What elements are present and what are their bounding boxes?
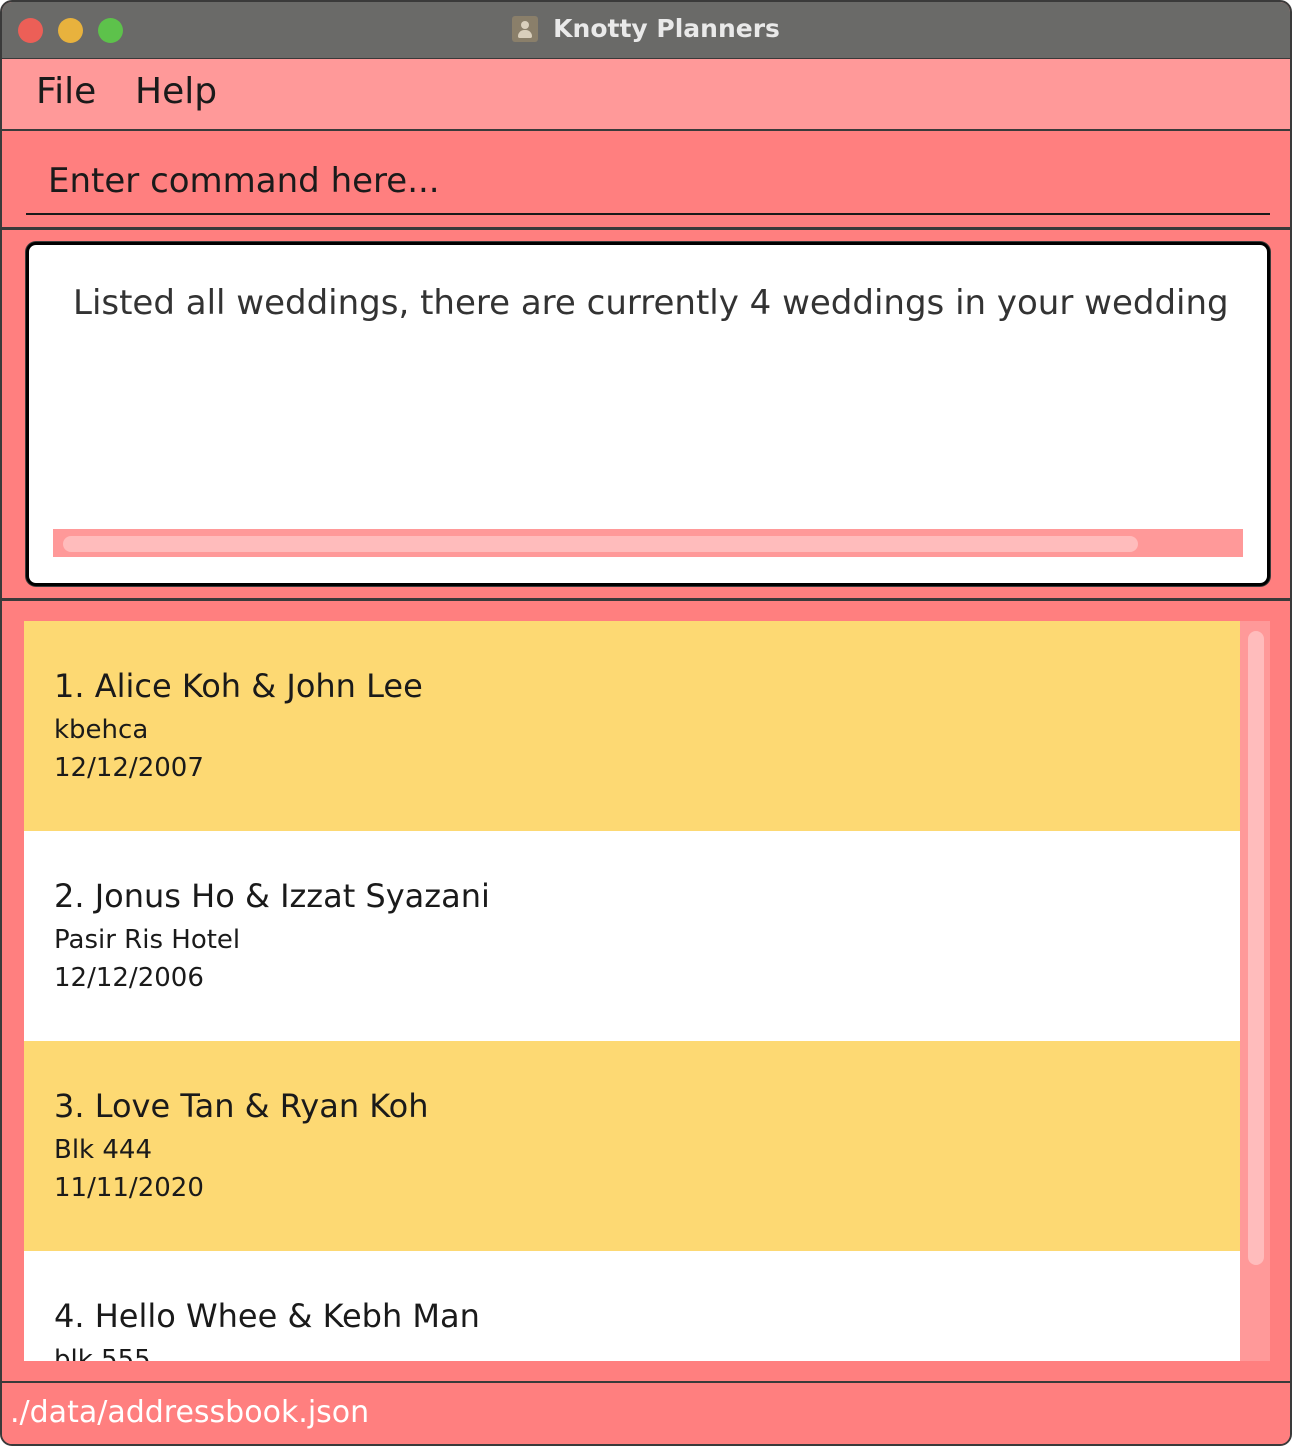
menu-bar: File Help — [2, 59, 1290, 131]
wedding-card[interactable]: 1. Alice Koh & John Lee kbehca 12/12/200… — [24, 621, 1240, 831]
result-horizontal-scrollbar[interactable] — [53, 529, 1243, 557]
wedding-list-vertical-scrollbar[interactable] — [1242, 621, 1270, 1361]
wedding-card[interactable]: 2. Jonus Ho & Izzat Syazani Pasir Ris Ho… — [24, 831, 1240, 1041]
window-title-area: Knotty Planners — [2, 14, 1290, 44]
wedding-card-name: 3. Love Tan & Ryan Koh — [54, 1087, 429, 1125]
wedding-list-scroll-thumb[interactable] — [1248, 631, 1264, 1265]
result-scroll-thumb[interactable] — [63, 536, 1138, 552]
window-title: Knotty Planners — [553, 14, 780, 43]
wedding-card-date: 11/11/2020 — [54, 1173, 204, 1203]
result-display[interactable]: Listed all weddings, there are currently… — [26, 242, 1270, 586]
app-window: Knotty Planners File Help Listed all wed… — [0, 0, 1292, 1446]
address-book-icon — [512, 15, 539, 42]
data-file-path: ./data/addressbook.json — [10, 1395, 370, 1430]
wedding-card-venue: blk 555 — [54, 1345, 151, 1361]
wedding-list-pane: 1. Alice Koh & John Lee kbehca 12/12/200… — [2, 601, 1290, 1381]
wedding-card-date: 12/12/2006 — [54, 963, 204, 993]
wedding-card-date: 12/12/2007 — [54, 753, 204, 783]
menu-file[interactable]: File — [36, 71, 96, 112]
wedding-card-name: 1. Alice Koh & John Lee — [54, 667, 423, 705]
menu-help[interactable]: Help — [135, 71, 217, 112]
wedding-card-name: 2. Jonus Ho & Izzat Syazani — [54, 877, 490, 915]
status-bar: ./data/addressbook.json — [2, 1381, 1290, 1444]
wedding-card-venue: kbehca — [54, 715, 149, 745]
result-message: Listed all weddings, there are currently… — [73, 283, 1229, 323]
result-display-pane: Listed all weddings, there are currently… — [2, 230, 1290, 601]
wedding-card-name: 4. Hello Whee & Kebh Man — [54, 1297, 480, 1335]
wedding-list[interactable]: 1. Alice Koh & John Lee kbehca 12/12/200… — [24, 621, 1270, 1361]
command-input[interactable] — [26, 149, 1270, 215]
wedding-card[interactable]: 4. Hello Whee & Kebh Man blk 555 — [24, 1251, 1240, 1361]
wedding-card[interactable]: 3. Love Tan & Ryan Koh Blk 444 11/11/202… — [24, 1041, 1240, 1251]
title-bar[interactable]: Knotty Planners — [2, 2, 1290, 59]
wedding-card-venue: Blk 444 — [54, 1135, 153, 1165]
wedding-card-venue: Pasir Ris Hotel — [54, 925, 241, 955]
command-box-pane — [2, 131, 1290, 230]
